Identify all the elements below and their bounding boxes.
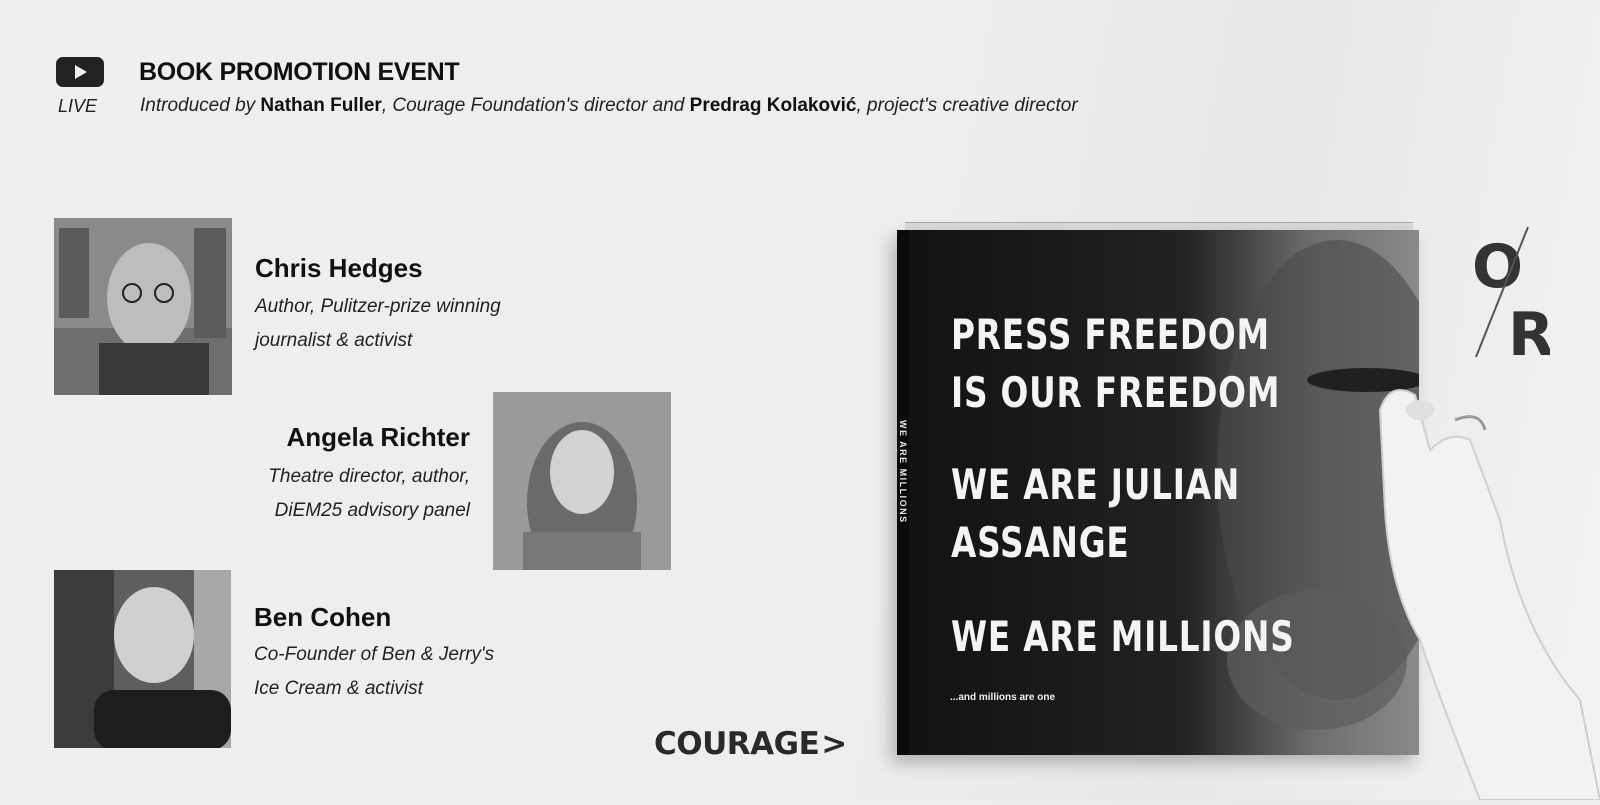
svg-text:R: R [1508, 300, 1550, 360]
book-title-line2: IS OUR FREEDOM [951, 368, 1281, 417]
or-logo: O R [1470, 225, 1554, 370]
angela-richter-photo [493, 392, 671, 570]
courage-logo: COURAGE> [654, 726, 847, 762]
intro-line: Introduced by Nathan Fuller, Courage Fou… [140, 95, 1078, 117]
speaker-role-line1: Author, Pulitzer-prize winning [255, 296, 501, 317]
book-spine-text: WE ARE MILLIONS [898, 420, 908, 524]
youtube-play-icon[interactable] [56, 57, 104, 87]
book-title-line1: PRESS FREEDOM [951, 310, 1270, 359]
speaker-role-line2: journalist & activist [255, 330, 413, 351]
speaker-role-line2: Ice Cream & activist [254, 678, 423, 699]
ben-cohen-photo [54, 570, 231, 748]
speaker-name: Ben Cohen [254, 602, 392, 632]
book-tagline: ...and millions are one [950, 692, 1056, 703]
book-title-line4: ASSANGE [951, 518, 1130, 567]
book-title-line3: WE ARE JULIAN [951, 460, 1241, 509]
host1-name: Nathan Fuller [260, 95, 382, 116]
intro-prefix: Introduced by [140, 95, 261, 116]
host2-name: Predrag Kolaković [689, 95, 857, 116]
host2-role: , project's creative director [856, 95, 1078, 116]
speaker-name: Angela Richter [286, 422, 471, 452]
speaker-role-line1: Co-Founder of Ben & Jerry's [254, 644, 495, 665]
hand-image [1360, 370, 1600, 805]
speaker-role-line2: DiEM25 advisory panel [274, 500, 470, 521]
speaker-role-line1: Theatre director, author, [268, 466, 470, 487]
svg-text:O: O [1472, 232, 1523, 302]
speaker-name: Chris Hedges [255, 253, 423, 283]
chris-hedges-photo [54, 218, 232, 395]
book-title-line5: WE ARE MILLIONS [951, 612, 1295, 661]
event-title: BOOK PROMOTION EVENT [139, 58, 460, 86]
live-label: LIVE [58, 96, 98, 116]
host1-role: , Courage Foundation's director and [381, 95, 690, 116]
book-cover: PRESS FREEDOM IS OUR FREEDOM WE ARE JULI… [897, 230, 1419, 755]
